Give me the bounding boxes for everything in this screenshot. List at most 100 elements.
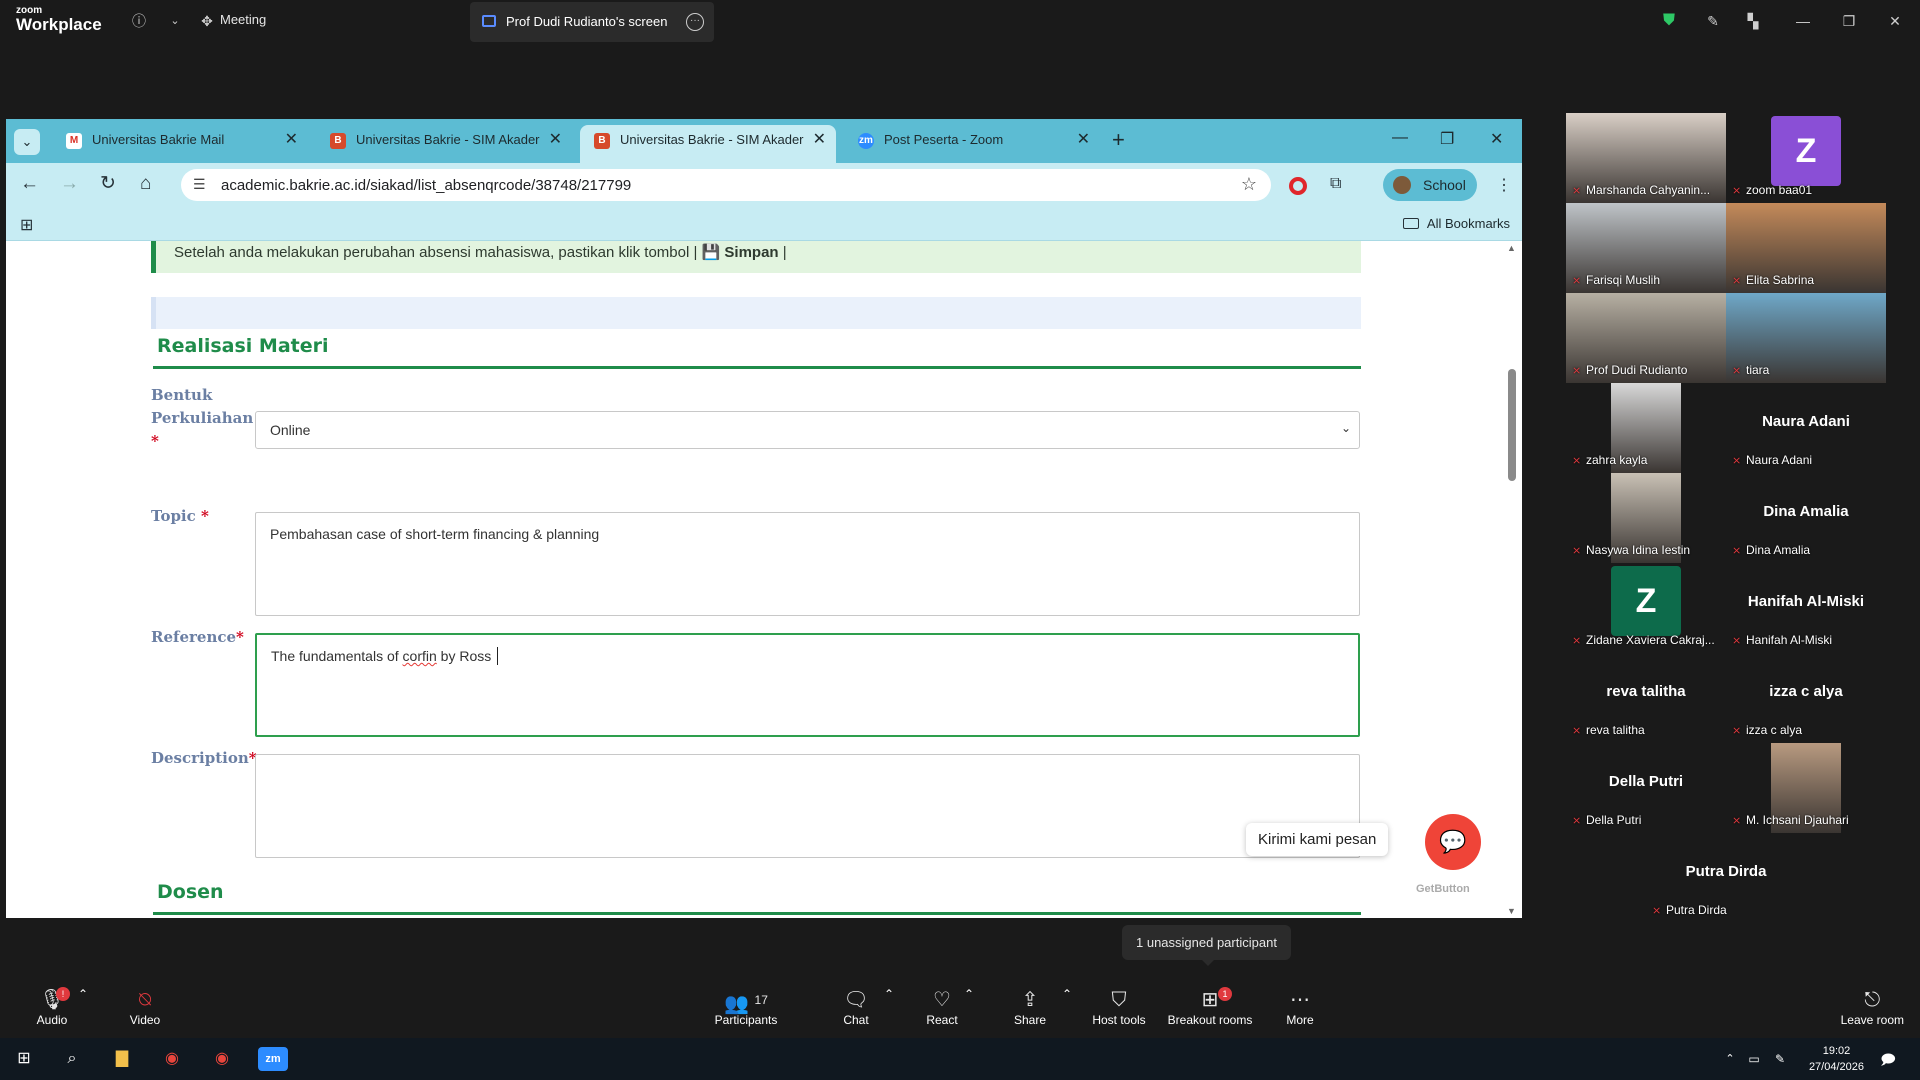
- more-button[interactable]: ⋯ More: [1282, 987, 1318, 1027]
- leave-room-button[interactable]: ⎋ Leave room: [1841, 987, 1904, 1027]
- restore-icon[interactable]: ❐: [1840, 12, 1858, 30]
- page-scrollbar[interactable]: ▲ ▼: [1506, 241, 1518, 918]
- muted-mic-icon: ⨯: [1732, 365, 1742, 377]
- participant-tile[interactable]: Hanifah Al-Miski ⨯ Hanifah Al-Miski: [1726, 563, 1886, 653]
- minimize-icon[interactable]: —: [1794, 12, 1812, 30]
- participant-tile[interactable]: ⨯ Elita Sabrina: [1726, 203, 1886, 293]
- muted-mic-icon: ⨯: [1732, 455, 1742, 467]
- tab-mail[interactable]: M Universitas Bakrie Mail ✕: [52, 125, 308, 163]
- participant-tile[interactable]: Naura Adani ⨯ Naura Adani: [1726, 383, 1886, 473]
- new-tab-button[interactable]: +: [1112, 129, 1125, 151]
- security-shield-icon[interactable]: ⛊: [1660, 12, 1678, 30]
- chrome-icon[interactable]: ◉: [160, 1047, 184, 1071]
- tab-zoom[interactable]: zm Post Peserta - Zoom ✕: [844, 125, 1100, 163]
- back-arrow-icon[interactable]: ←: [20, 174, 39, 194]
- video-button[interactable]: ⍉ Video: [120, 987, 170, 1027]
- all-bookmarks-button[interactable]: All Bookmarks: [1402, 216, 1510, 231]
- annotate-pen-icon[interactable]: ✎: [1704, 12, 1722, 30]
- audio-options-caret-icon[interactable]: ⌃: [78, 987, 88, 1001]
- pen-tray-icon[interactable]: ✎: [1768, 1047, 1792, 1071]
- chrome-profile-icon[interactable]: ◉: [210, 1047, 234, 1071]
- more-options-icon[interactable]: ···: [686, 13, 704, 31]
- react-options-caret-icon[interactable]: ⌃: [964, 987, 974, 1001]
- browser-minimize-icon[interactable]: —: [1392, 129, 1408, 147]
- unassigned-participant-tooltip[interactable]: 1 unassigned participant: [1122, 925, 1291, 966]
- chat-tooltip[interactable]: Kirimi kami pesan: [1246, 823, 1389, 856]
- participant-tile[interactable]: ⨯ Marshanda Cahyanin...: [1566, 113, 1726, 203]
- participant-tile[interactable]: ⨯ Prof Dudi Rudianto: [1566, 293, 1726, 383]
- reload-icon[interactable]: ↻: [100, 174, 116, 194]
- search-icon[interactable]: ⌕: [60, 1047, 84, 1071]
- file-explorer-icon[interactable]: ▇: [110, 1047, 134, 1071]
- participant-name-label: ⨯ Nasywa Idina Iestin: [1572, 543, 1691, 557]
- layout-view-icon[interactable]: ▚: [1744, 12, 1762, 30]
- tab-search-button[interactable]: ⌄: [14, 129, 40, 155]
- clock[interactable]: 19:02 27/04/2026: [1809, 1043, 1864, 1075]
- participant-name-label: ⨯ zoom baa01: [1732, 183, 1813, 197]
- breakout-rooms-button[interactable]: ⊞ Breakout rooms 1: [1166, 987, 1254, 1027]
- participant-tile[interactable]: ⨯ tiara: [1726, 293, 1886, 383]
- forward-arrow-icon[interactable]: →: [60, 174, 79, 194]
- home-icon[interactable]: ⌂: [140, 174, 151, 194]
- chat-options-caret-icon[interactable]: ⌃: [884, 987, 894, 1001]
- close-icon[interactable]: ✕: [1886, 12, 1904, 30]
- scrollbar-thumb[interactable]: [1508, 369, 1516, 481]
- chevron-down-icon: ⌄: [1340, 421, 1351, 435]
- chat-button[interactable]: 🗨 Chat: [834, 987, 878, 1027]
- description-textarea[interactable]: [255, 754, 1360, 858]
- share-button[interactable]: ⇪ Share: [1008, 987, 1052, 1027]
- close-tab-icon[interactable]: ✕: [813, 125, 826, 155]
- zoom-meeting-toolbar: 🎙 Audio ! ⌃ ⍉ Video 👥 17 Participants 🗨 …: [0, 981, 1920, 1038]
- chevron-down-icon[interactable]: ⌄: [166, 12, 184, 30]
- tray-expand-icon[interactable]: ⌃: [1718, 1047, 1742, 1071]
- reference-textarea[interactable]: The fundamentals of corfin by Ross: [255, 633, 1360, 737]
- network-icon[interactable]: ▭: [1742, 1047, 1766, 1071]
- info-icon[interactable]: ⓘ: [130, 12, 148, 30]
- bookmark-star-icon[interactable]: ☆: [1241, 174, 1257, 195]
- browser-toolbar: ← → ↻ ⌂ ☰ academic.bakrie.ac.id/siakad/l…: [6, 163, 1522, 207]
- notifications-icon[interactable]: 🗩: [1876, 1047, 1900, 1071]
- chat-widget-button[interactable]: 💬: [1425, 814, 1481, 870]
- participant-tile[interactable]: ⨯ zahra kayla: [1566, 383, 1726, 473]
- participant-tile[interactable]: ⨯ M. Ichsani Djauhari: [1726, 743, 1886, 833]
- participant-tile[interactable]: Z ⨯ zoom baa01: [1726, 113, 1886, 203]
- close-tab-icon[interactable]: ✕: [1077, 125, 1090, 155]
- participant-tile[interactable]: Dina Amalia ⨯ Dina Amalia: [1726, 473, 1886, 563]
- extensions-puzzle-icon[interactable]: ⧉: [1330, 175, 1341, 193]
- participant-tile[interactable]: ⨯ Farisqi Muslih: [1566, 203, 1726, 293]
- participants-button[interactable]: 👥 17 Participants: [706, 987, 786, 1027]
- topic-textarea[interactable]: Pembahasan case of short-term financing …: [255, 512, 1360, 616]
- participant-name-display: Dina Amalia: [1763, 503, 1849, 520]
- browser-restore-icon[interactable]: ❐: [1440, 129, 1454, 149]
- meeting-label[interactable]: Meeting: [220, 12, 266, 27]
- browser-close-icon[interactable]: ✕: [1490, 129, 1503, 149]
- profile-button[interactable]: School: [1383, 169, 1477, 201]
- participant-tile[interactable]: reva talitha ⨯ reva talitha: [1566, 653, 1726, 743]
- close-tab-icon[interactable]: ✕: [285, 125, 298, 155]
- participant-tile[interactable]: izza c alya ⨯ izza c alya: [1726, 653, 1886, 743]
- participant-tile[interactable]: Putra Dirda ⨯ Putra Dirda: [1646, 833, 1806, 923]
- scroll-down-arrow-icon[interactable]: ▼: [1507, 906, 1516, 916]
- browser-menu-icon[interactable]: ⋮: [1496, 175, 1512, 195]
- audio-button[interactable]: 🎙 Audio !: [30, 987, 74, 1027]
- site-info-icon[interactable]: ☰: [193, 176, 206, 193]
- close-tab-icon[interactable]: ✕: [549, 125, 562, 155]
- participant-tile[interactable]: ⨯ Nasywa Idina Iestin: [1566, 473, 1726, 563]
- zoom-app-icon[interactable]: zm: [258, 1047, 288, 1071]
- address-bar[interactable]: ☰ academic.bakrie.ac.id/siakad/list_abse…: [181, 169, 1271, 201]
- participant-name-label: ⨯ Elita Sabrina: [1732, 273, 1815, 287]
- scroll-up-arrow-icon[interactable]: ▲: [1507, 243, 1516, 253]
- react-button[interactable]: ♡ React: [920, 987, 964, 1027]
- apps-grid-icon[interactable]: ⊞: [20, 215, 33, 235]
- participant-tile[interactable]: Z ⨯ Zidane Xaviera Cakraj...: [1566, 563, 1726, 653]
- participant-name-label: ⨯ Prof Dudi Rudianto: [1572, 363, 1688, 377]
- extension-opera-icon[interactable]: [1289, 177, 1307, 195]
- windows-start-icon[interactable]: ⊞: [12, 1047, 36, 1071]
- share-options-caret-icon[interactable]: ⌃: [1062, 987, 1072, 1001]
- bentuk-perkuliahan-select[interactable]: Online ⌄: [255, 411, 1360, 449]
- tab-sim-1[interactable]: B Universitas Bakrie - SIM Akader ✕: [316, 125, 572, 163]
- screen-share-tab[interactable]: Prof Dudi Rudianto's screen ···: [470, 2, 714, 42]
- tab-sim-2-active[interactable]: B Universitas Bakrie - SIM Akader ✕: [580, 125, 836, 163]
- host-tools-button[interactable]: ⛉ Host tools: [1090, 987, 1148, 1027]
- participant-tile[interactable]: Della Putri ⨯ Della Putri: [1566, 743, 1726, 833]
